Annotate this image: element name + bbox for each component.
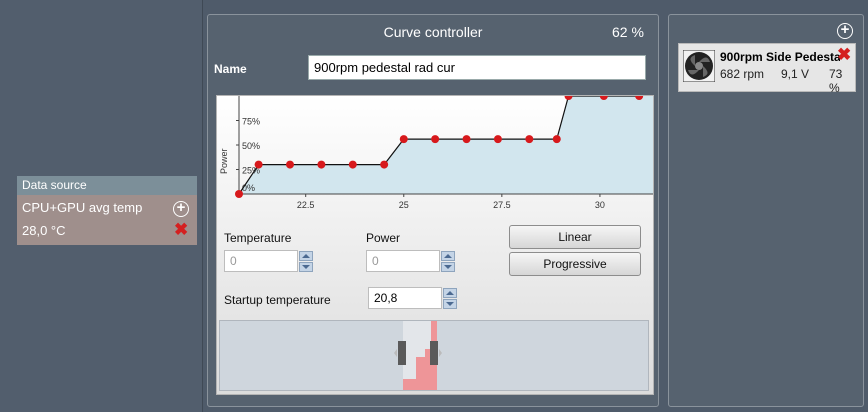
name-label: Name xyxy=(214,62,247,76)
right-handle-icon[interactable] xyxy=(430,341,438,365)
range-slider[interactable] xyxy=(219,320,649,391)
startup-temperature-label: Startup temperature xyxy=(224,293,331,307)
curve-chart[interactable]: 0%25%50%75% 22.5 25 27.5 30 Power xyxy=(217,96,653,214)
x-tick-label: 25 xyxy=(399,200,409,210)
fan-card[interactable]: 900rpm Side Pedestal ✖ 682 rpm 9,1 V 73 … xyxy=(678,43,856,95)
x-tick-label: 30 xyxy=(595,200,605,210)
curve-controller-panel: Curve controller 62 % Name 0%25%50%75% 2… xyxy=(207,14,659,407)
curve-editor: 0% 25% 50% 75% 22.5 25 27.5 30 Power Temperatu… xyxy=(216,95,654,395)
data-source-value: 28,0 °C xyxy=(22,223,66,238)
startup-temperature-value: 20,8 xyxy=(374,291,398,305)
name-input[interactable] xyxy=(308,55,646,80)
add-icon[interactable]: + xyxy=(173,200,189,217)
fan-name: 900rpm Side Pedestal xyxy=(720,50,840,64)
curve-point[interactable] xyxy=(399,135,408,144)
output-percent: 62 % xyxy=(612,24,644,40)
power-down-arrow[interactable] xyxy=(441,262,455,272)
fan-percent: 73 % xyxy=(829,67,843,95)
data-source-name: CPU+GPU avg temp xyxy=(22,200,143,215)
fan-icon xyxy=(683,50,715,82)
startup-temperature-field[interactable]: 20,8 xyxy=(368,287,457,309)
y-axis-label: Power xyxy=(219,148,229,174)
left-arrow-icon xyxy=(394,349,397,357)
y-tick-label: 50% xyxy=(242,141,260,151)
y-tick-label: 0% xyxy=(242,183,255,193)
range-slider-graphic xyxy=(394,321,442,390)
curve-point[interactable] xyxy=(493,135,502,144)
temperature-label: Temperature xyxy=(224,231,292,245)
power-up-arrow[interactable] xyxy=(441,251,455,261)
temperature-down-arrow[interactable] xyxy=(299,262,313,272)
curve-point[interactable] xyxy=(431,135,440,144)
startup-up-arrow[interactable] xyxy=(443,288,457,298)
fan-voltage: 9,1 V xyxy=(781,67,810,81)
left-handle-icon[interactable] xyxy=(398,341,406,365)
right-arrow-icon xyxy=(439,349,442,357)
curve-point[interactable] xyxy=(462,135,471,144)
delete-icon[interactable]: ✖ xyxy=(174,221,188,238)
outputs-column: + 900rpm Side Pedestal ✖ 682 rpm 9,1 V 7… xyxy=(668,14,864,407)
temperature-up-arrow[interactable] xyxy=(299,251,313,261)
curve-point[interactable] xyxy=(525,135,534,144)
curve-point[interactable] xyxy=(286,160,294,169)
curve-point[interactable] xyxy=(235,190,243,198)
power-label: Power xyxy=(366,231,401,245)
remove-fan-icon[interactable]: ✖ xyxy=(837,46,851,63)
temperature-value: 0 xyxy=(230,254,237,268)
data-source-header: Data source xyxy=(17,176,197,195)
power-field[interactable]: 0 xyxy=(366,250,455,272)
x-tick-label: 22.5 xyxy=(297,200,315,210)
curve-point[interactable] xyxy=(348,160,357,169)
y-tick-label: 75% xyxy=(242,117,260,127)
fan-rpm: 682 rpm xyxy=(720,67,765,81)
curve-point[interactable] xyxy=(380,160,389,169)
progressive-button[interactable]: Progressive xyxy=(509,252,641,276)
power-value: 0 xyxy=(372,254,379,268)
linear-button[interactable]: Linear xyxy=(509,225,641,249)
panel-title: Curve controller xyxy=(383,24,483,40)
x-tick-label: 27.5 xyxy=(493,200,511,210)
startup-down-arrow[interactable] xyxy=(443,299,457,309)
temperature-field[interactable]: 0 xyxy=(224,250,313,272)
curve-point[interactable] xyxy=(552,135,561,144)
data-source-card[interactable]: CPU+GPU avg temp 28,0 °C + ✖ xyxy=(17,195,197,245)
add-output-icon[interactable]: + xyxy=(837,22,853,39)
curve-point[interactable] xyxy=(254,160,263,169)
curve-point[interactable] xyxy=(317,160,326,169)
curve-fill xyxy=(239,96,653,194)
